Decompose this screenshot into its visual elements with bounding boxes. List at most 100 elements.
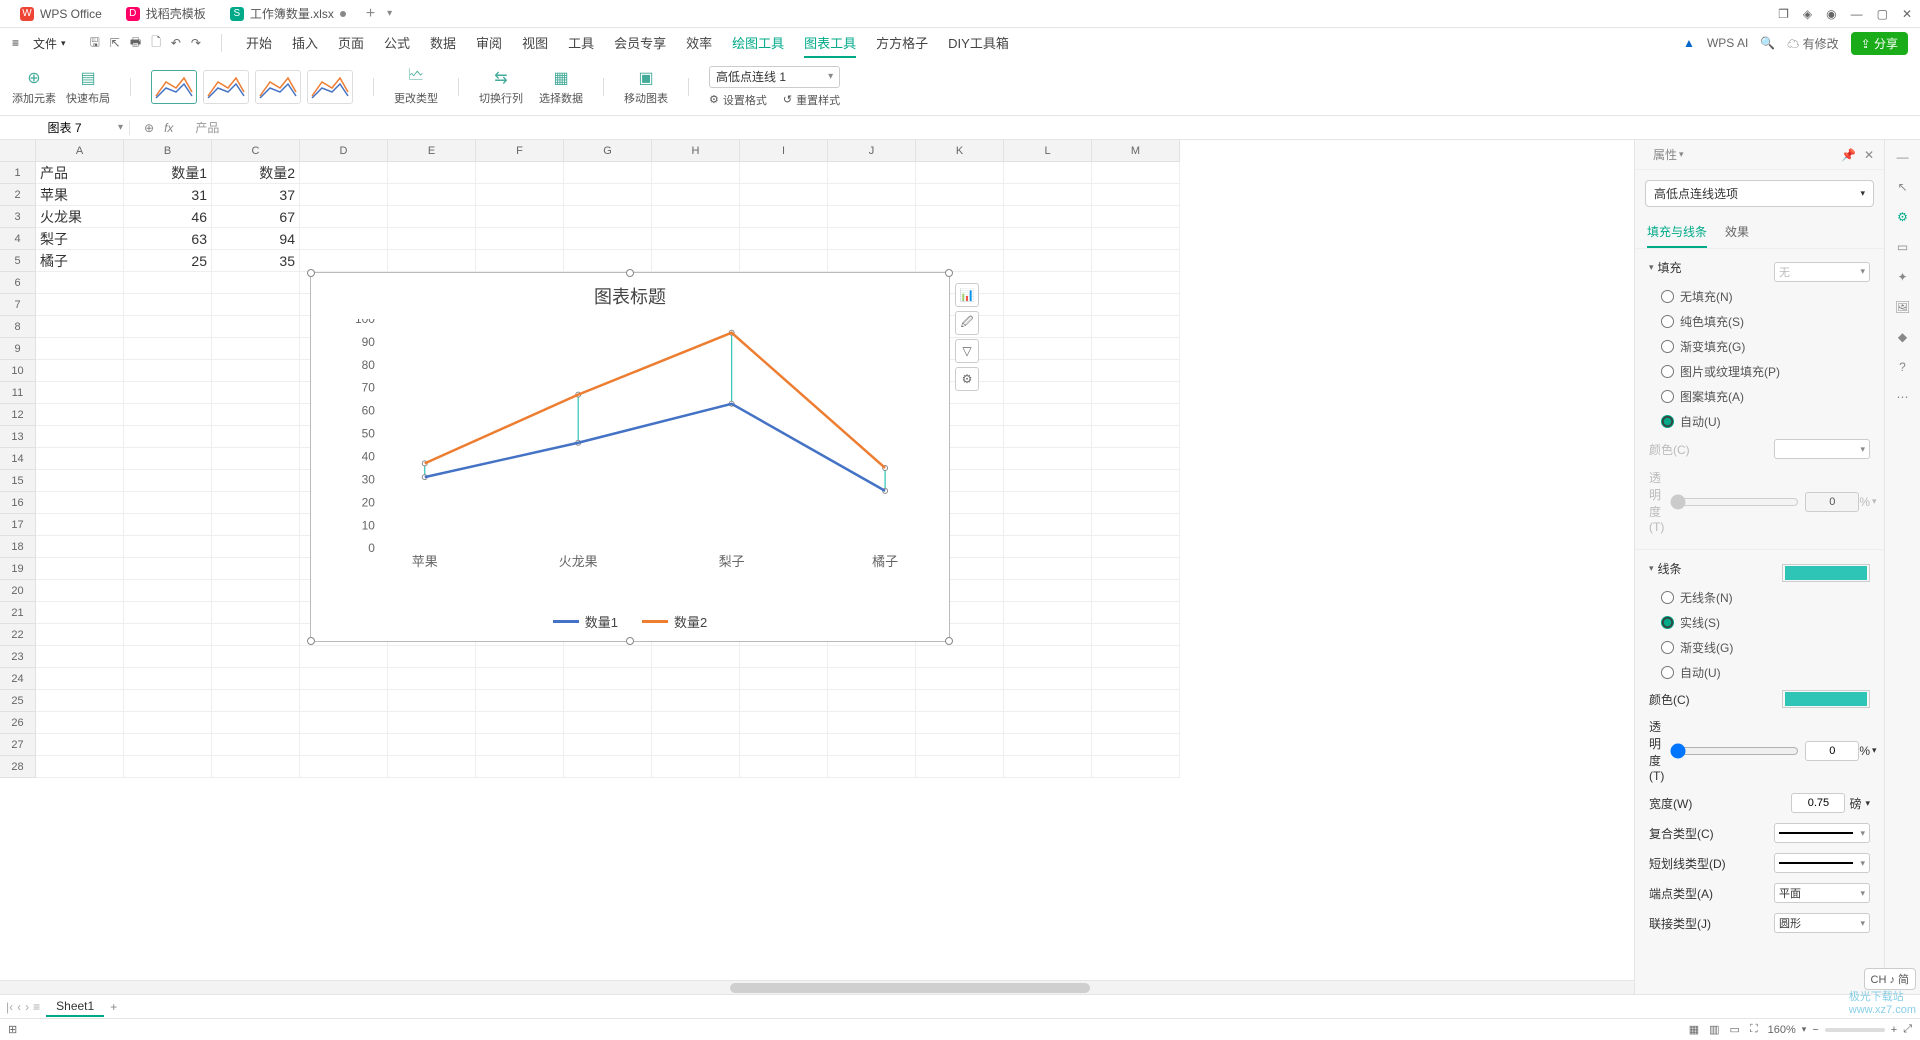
- cell-E2[interactable]: [388, 184, 476, 206]
- row-header-14[interactable]: 14: [0, 448, 36, 470]
- cell-L21[interactable]: [1004, 602, 1092, 624]
- cell-C15[interactable]: [212, 470, 300, 492]
- cell-A4[interactable]: 梨子: [36, 228, 124, 250]
- row-header-28[interactable]: 28: [0, 756, 36, 778]
- cell-L15[interactable]: [1004, 470, 1092, 492]
- cell-L22[interactable]: [1004, 624, 1092, 646]
- cell-J4[interactable]: [828, 228, 916, 250]
- cell-C4[interactable]: 94: [212, 228, 300, 250]
- cell-I2[interactable]: [740, 184, 828, 206]
- cell-J25[interactable]: [828, 690, 916, 712]
- save-icon[interactable]: 🖫: [90, 33, 100, 54]
- row-header-26[interactable]: 26: [0, 712, 36, 734]
- cell-B16[interactable]: [124, 492, 212, 514]
- cell-H27[interactable]: [652, 734, 740, 756]
- cell-C26[interactable]: [212, 712, 300, 734]
- cell-M9[interactable]: [1092, 338, 1180, 360]
- cell-C16[interactable]: [212, 492, 300, 514]
- row-header-21[interactable]: 21: [0, 602, 36, 624]
- cell-M27[interactable]: [1092, 734, 1180, 756]
- cell-M2[interactable]: [1092, 184, 1180, 206]
- cell-K4[interactable]: [916, 228, 1004, 250]
- cell-C5[interactable]: 35: [212, 250, 300, 272]
- cell-C11[interactable]: [212, 382, 300, 404]
- row-header-13[interactable]: 13: [0, 426, 36, 448]
- row-header-1[interactable]: 1: [0, 162, 36, 184]
- cell-F28[interactable]: [476, 756, 564, 778]
- menu-tab-11[interactable]: 图表工具: [804, 29, 856, 58]
- cell-I4[interactable]: [740, 228, 828, 250]
- menu-tab-6[interactable]: 视图: [522, 29, 548, 58]
- line-transparency-slider[interactable]: [1670, 743, 1799, 759]
- cell-M22[interactable]: [1092, 624, 1180, 646]
- select-all-corner[interactable]: [0, 140, 36, 162]
- file-menu[interactable]: 文件▾: [25, 32, 74, 54]
- cell-L2[interactable]: [1004, 184, 1092, 206]
- pin-icon[interactable]: 📌: [1841, 148, 1856, 162]
- cell-L17[interactable]: [1004, 514, 1092, 536]
- print-icon[interactable]: 🖶: [130, 33, 141, 54]
- cell-E26[interactable]: [388, 712, 476, 734]
- cell-C2[interactable]: 37: [212, 184, 300, 206]
- cell-J27[interactable]: [828, 734, 916, 756]
- cube-icon[interactable]: ◈: [1803, 7, 1812, 21]
- cell-G5[interactable]: [564, 250, 652, 272]
- compound-type-select[interactable]: [1774, 823, 1870, 843]
- formula-input[interactable]: [187, 121, 1920, 135]
- cell-B5[interactable]: 25: [124, 250, 212, 272]
- sheet-area[interactable]: ABCDEFGHIJKLM1产品数量1数量22苹果31373火龙果46674梨子…: [0, 140, 1634, 994]
- cell-M11[interactable]: [1092, 382, 1180, 404]
- name-box[interactable]: [0, 121, 130, 135]
- cell-C23[interactable]: [212, 646, 300, 668]
- select-data-button[interactable]: ▦选择数据: [539, 68, 583, 106]
- fill-option-4[interactable]: 图案填充(A): [1649, 384, 1870, 409]
- cell-G2[interactable]: [564, 184, 652, 206]
- cell-B27[interactable]: [124, 734, 212, 756]
- cell-K24[interactable]: [916, 668, 1004, 690]
- cell-F24[interactable]: [476, 668, 564, 690]
- cell-A24[interactable]: [36, 668, 124, 690]
- cell-G3[interactable]: [564, 206, 652, 228]
- menu-tab-8[interactable]: 会员专享: [614, 29, 666, 58]
- line-option-0[interactable]: 无线条(N): [1649, 585, 1870, 610]
- close-button[interactable]: ✕: [1902, 7, 1912, 21]
- cell-B17[interactable]: [124, 514, 212, 536]
- col-header-I[interactable]: I: [740, 140, 828, 162]
- line-color-select[interactable]: [1782, 690, 1870, 708]
- cell-I25[interactable]: [740, 690, 828, 712]
- cell-H23[interactable]: [652, 646, 740, 668]
- menu-tab-12[interactable]: 方方格子: [876, 29, 928, 58]
- line-option-3[interactable]: 自动(U): [1649, 660, 1870, 685]
- cell-K3[interactable]: [916, 206, 1004, 228]
- cell-M28[interactable]: [1092, 756, 1180, 778]
- cell-A11[interactable]: [36, 382, 124, 404]
- cell-C25[interactable]: [212, 690, 300, 712]
- cell-C21[interactable]: [212, 602, 300, 624]
- cell-F23[interactable]: [476, 646, 564, 668]
- cell-D28[interactable]: [300, 756, 388, 778]
- image-icon[interactable]: 🖼: [1895, 300, 1910, 314]
- col-header-E[interactable]: E: [388, 140, 476, 162]
- add-element-button[interactable]: ⊕添加元素: [12, 68, 56, 106]
- cell-M6[interactable]: [1092, 272, 1180, 294]
- cell-C3[interactable]: 67: [212, 206, 300, 228]
- quick-layout-button[interactable]: ▤快速布局: [66, 68, 110, 106]
- hamburger-icon[interactable]: ≡: [12, 36, 19, 50]
- row-header-6[interactable]: 6: [0, 272, 36, 294]
- cloud-save-button[interactable]: ☁ 有修改: [1787, 35, 1838, 52]
- cell-A17[interactable]: [36, 514, 124, 536]
- cell-A22[interactable]: [36, 624, 124, 646]
- cell-E28[interactable]: [388, 756, 476, 778]
- cell-L4[interactable]: [1004, 228, 1092, 250]
- cell-B14[interactable]: [124, 448, 212, 470]
- undo-icon[interactable]: ↶: [171, 36, 181, 50]
- cell-B20[interactable]: [124, 580, 212, 602]
- zoom-out-button[interactable]: −: [1812, 1024, 1818, 1036]
- cell-L1[interactable]: [1004, 162, 1092, 184]
- resize-handle[interactable]: [307, 269, 315, 277]
- cell-K1[interactable]: [916, 162, 1004, 184]
- cell-G23[interactable]: [564, 646, 652, 668]
- redo-icon[interactable]: ↷: [191, 36, 201, 50]
- cell-C18[interactable]: [212, 536, 300, 558]
- cell-D24[interactable]: [300, 668, 388, 690]
